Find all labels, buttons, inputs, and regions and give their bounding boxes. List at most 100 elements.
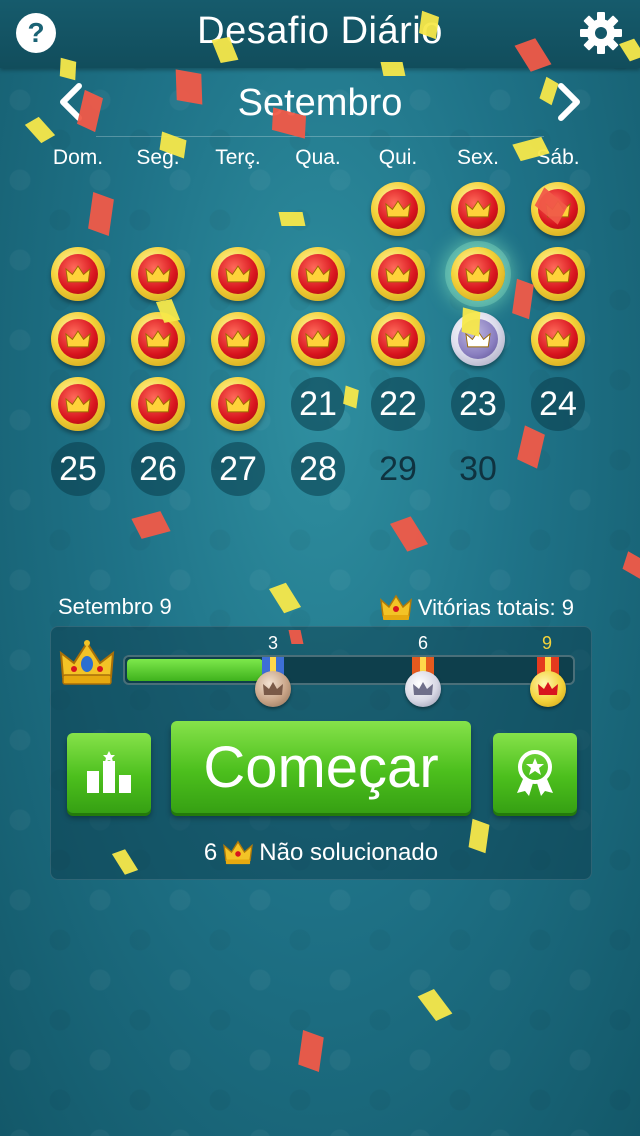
day-number: 22 bbox=[371, 377, 425, 431]
calendar-day-20[interactable] bbox=[198, 371, 278, 437]
stats-row: Setembro 9 Vitórias totais: 9 bbox=[58, 594, 578, 624]
settings-button[interactable] bbox=[576, 8, 626, 58]
calendar-day-19[interactable] bbox=[118, 371, 198, 437]
weekday-label: Dom. bbox=[52, 146, 104, 169]
milestone-label: 3 bbox=[267, 633, 278, 653]
weekday-label: Seg. bbox=[136, 146, 180, 169]
crown-icon bbox=[538, 682, 558, 695]
calendar-day-22[interactable]: 22 bbox=[358, 371, 438, 437]
gold-crown-coin bbox=[451, 247, 505, 301]
weekday-label: Sáb. bbox=[536, 146, 580, 169]
confetti-piece bbox=[298, 1030, 324, 1072]
calendar-day-26[interactable]: 26 bbox=[118, 436, 198, 502]
coin-center bbox=[218, 384, 258, 424]
day-number: 21 bbox=[291, 377, 345, 431]
crown-icon bbox=[145, 330, 171, 348]
gear-icon bbox=[580, 12, 622, 54]
crown-icon bbox=[65, 330, 91, 348]
gold-crown-coin bbox=[291, 247, 345, 301]
calendar-day-30[interactable]: 30 bbox=[438, 436, 518, 502]
calendar-day-13[interactable] bbox=[198, 306, 278, 372]
day-number: 28 bbox=[291, 442, 345, 496]
coin-center bbox=[458, 319, 498, 359]
gold-crown-coin bbox=[211, 247, 265, 301]
gold-medal bbox=[530, 671, 566, 707]
crown-icon bbox=[263, 682, 283, 695]
calendar-day-14[interactable] bbox=[278, 306, 358, 372]
calendar-day-16[interactable] bbox=[438, 306, 518, 372]
calendar-day-1[interactable] bbox=[358, 176, 438, 242]
calendar-day-18[interactable] bbox=[38, 371, 118, 437]
calendar-day-8[interactable] bbox=[358, 241, 438, 307]
calendar-day-17[interactable] bbox=[518, 306, 598, 372]
unsolved-label: Não solucionado bbox=[259, 839, 439, 866]
crown-icon bbox=[385, 330, 411, 348]
challenge-panel: 3 6 9 Começar 6 Não solucionado bbox=[50, 626, 592, 880]
calendar-day-24[interactable]: 24 bbox=[518, 371, 598, 437]
awards-button[interactable] bbox=[493, 733, 577, 813]
gold-crown-coin bbox=[51, 247, 105, 301]
gold-crown-coin bbox=[131, 247, 185, 301]
crown-icon bbox=[305, 330, 331, 348]
chevron-right-icon bbox=[558, 83, 580, 121]
crown-icon bbox=[225, 395, 251, 413]
calendar-day-29[interactable]: 29 bbox=[358, 436, 438, 502]
coin-center bbox=[138, 319, 178, 359]
gold-crown-coin bbox=[371, 182, 425, 236]
calendar-day-27[interactable]: 27 bbox=[198, 436, 278, 502]
coin-center bbox=[538, 319, 578, 359]
calendar-day-2[interactable] bbox=[438, 176, 518, 242]
confetti-piece bbox=[389, 516, 429, 552]
crown-icon bbox=[465, 200, 491, 218]
leaderboard-button[interactable] bbox=[67, 733, 151, 813]
gold-crown-coin bbox=[291, 312, 345, 366]
progress-fill bbox=[127, 659, 263, 681]
background-pattern bbox=[0, 0, 640, 1136]
month-label: Setembro bbox=[237, 82, 403, 124]
weekday-label: Terç. bbox=[215, 146, 261, 169]
calendar-day-12[interactable] bbox=[118, 306, 198, 372]
gold-crown-coin bbox=[131, 312, 185, 366]
gold-crown-coin bbox=[371, 247, 425, 301]
day-number: 27 bbox=[211, 442, 265, 496]
month-navigation: Setembro bbox=[0, 78, 640, 128]
confetti-piece bbox=[417, 988, 453, 1022]
start-button[interactable]: Começar bbox=[171, 721, 471, 813]
calendar-day-9[interactable] bbox=[438, 241, 518, 307]
coin-center bbox=[458, 189, 498, 229]
coin-center bbox=[538, 189, 578, 229]
unsolved-count: 6 bbox=[203, 839, 218, 866]
crown-icon bbox=[379, 594, 412, 620]
calendar-day-25[interactable]: 25 bbox=[38, 436, 118, 502]
coin-center bbox=[378, 319, 418, 359]
calendar-day-28[interactable]: 28 bbox=[278, 436, 358, 502]
leaderboard-icon bbox=[87, 751, 131, 793]
gold-crown-coin bbox=[531, 247, 585, 301]
day-number: 25 bbox=[51, 442, 105, 496]
calendar-day-4[interactable] bbox=[38, 241, 118, 307]
calendar-day-10[interactable] bbox=[518, 241, 598, 307]
month-divider bbox=[96, 136, 544, 137]
calendar-day-7[interactable] bbox=[278, 241, 358, 307]
calendar-day-6[interactable] bbox=[198, 241, 278, 307]
calendar-day-11[interactable] bbox=[38, 306, 118, 372]
calendar-day-21[interactable]: 21 bbox=[278, 371, 358, 437]
gold-crown-coin bbox=[451, 182, 505, 236]
progress-bar bbox=[123, 655, 575, 685]
confetti-piece bbox=[278, 212, 306, 226]
crown-icon bbox=[465, 330, 491, 348]
calendar-day-23[interactable]: 23 bbox=[438, 371, 518, 437]
crown-icon bbox=[385, 265, 411, 283]
coin-center bbox=[58, 319, 98, 359]
day-number: 29 bbox=[379, 449, 417, 488]
calendar-day-3[interactable] bbox=[518, 176, 598, 242]
calendar-day-15[interactable] bbox=[358, 306, 438, 372]
total-wins-label: Vitórias totais: 9 bbox=[417, 595, 574, 620]
gold-crown-coin bbox=[531, 312, 585, 366]
coin-center bbox=[58, 384, 98, 424]
weekday-label: Qui. bbox=[378, 146, 418, 169]
next-month-button[interactable] bbox=[552, 80, 588, 124]
coin-center bbox=[218, 319, 258, 359]
coin-center bbox=[378, 189, 418, 229]
calendar-day-5[interactable] bbox=[118, 241, 198, 307]
